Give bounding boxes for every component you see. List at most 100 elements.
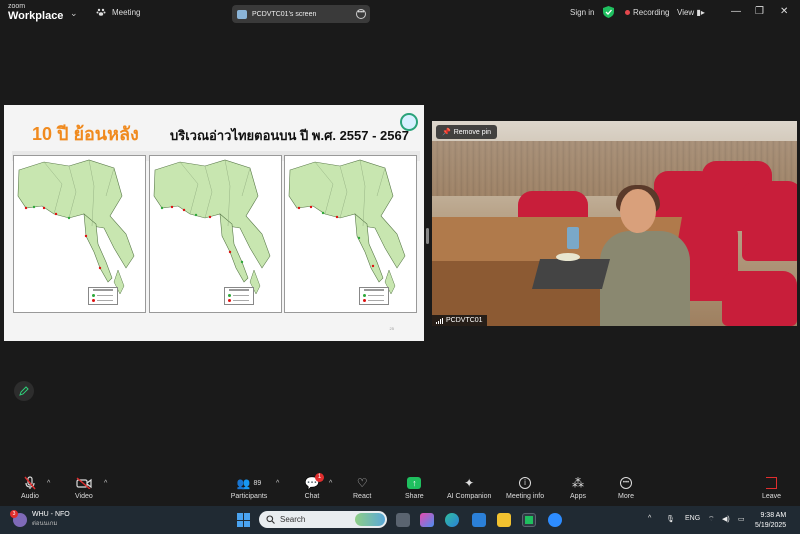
audio-options-caret-icon[interactable]: ^ [47, 480, 50, 487]
participant-name: PCDVTC01 [446, 317, 483, 324]
participant-head [620, 189, 656, 233]
participant-name-tag: PCDVTC01 [432, 315, 487, 326]
react-button[interactable]: ♡ React [353, 476, 371, 500]
close-icon[interactable]: ✕ [780, 6, 788, 17]
taskbar-search-box[interactable]: Search [259, 511, 387, 528]
meeting-controls-toolbar: Audio ^ Video ^ 👥 89 Participants ^ 💬 1 Ch… [0, 472, 800, 506]
brand-zoom: zoom [8, 3, 26, 10]
participants-count: 89 [253, 479, 262, 487]
info-icon: i [517, 476, 533, 490]
language-indicator[interactable]: ENG [685, 515, 700, 522]
app-avatar-icon: 3 [10, 509, 27, 527]
restore-icon[interactable]: ❐ [755, 6, 764, 17]
ai-companion-button[interactable]: ✦ AI Companion [447, 476, 491, 500]
more-label: More [618, 493, 634, 500]
sign-in-link[interactable]: Sign in [570, 8, 594, 17]
search-icon [266, 515, 275, 524]
chat-icon: 💬 1 [304, 473, 324, 490]
microphone-tray-icon[interactable]: 🎙 [666, 515, 675, 523]
more-button[interactable]: ••• More [618, 476, 634, 500]
signal-strength-icon [436, 317, 443, 324]
view-layout-icon: ▮▸ [696, 8, 705, 17]
shared-screen-label: PCDVTC01's screen [252, 10, 317, 18]
leave-button[interactable]: Leave [762, 476, 781, 500]
wifi-icon[interactable]: ⌔ [708, 515, 715, 524]
meeting-menu-button[interactable]: Meeting [96, 7, 140, 17]
react-label: React [353, 493, 372, 500]
screen-share-icon [237, 9, 247, 19]
excel-app-icon[interactable] [522, 513, 536, 527]
slide-page-number: 25 [389, 326, 394, 331]
chat-button[interactable]: 💬 1 Chat [304, 473, 324, 500]
tray-overflow-icon[interactable]: ^ [648, 515, 651, 522]
annotate-button[interactable] [14, 381, 34, 401]
camera-off-icon [76, 476, 92, 490]
apps-button[interactable]: ⁂ Apps [570, 476, 586, 500]
map-panel-1 [13, 155, 146, 313]
slide-title-left: 10 ปี ย้อนหลัง [32, 124, 139, 144]
clock-date: 5/19/2025 [755, 522, 787, 529]
file-explorer-icon[interactable] [497, 513, 511, 527]
sparkle-icon: ✦ [464, 476, 475, 490]
organization-logo [400, 113, 418, 131]
chat-badge: 1 [315, 473, 324, 482]
shared-screen-tab[interactable]: PCDVTC01's screen ••• [232, 5, 370, 23]
recording-dot-icon [625, 10, 630, 16]
chair [722, 271, 797, 326]
taskbar-notification-app[interactable]: 3 WHU - NFO ต่อนนเกม [10, 509, 70, 528]
brand-workplace: Workplace [8, 10, 64, 22]
audio-button[interactable]: Audio [21, 476, 39, 500]
chat-label: Chat [304, 493, 320, 500]
app-title: WHU - NFO [32, 511, 70, 518]
security-shield-icon[interactable] [603, 6, 614, 18]
participants-options-caret-icon[interactable]: ^ [276, 480, 279, 487]
copilot-icon[interactable] [420, 513, 434, 527]
view-menu-button[interactable]: View ▮▸ [677, 8, 705, 17]
heart-icon: ♡ [356, 476, 368, 490]
mail-icon[interactable] [472, 513, 486, 527]
more-options-icon[interactable]: ••• [356, 9, 366, 19]
recording-indicator[interactable]: Recording [625, 8, 669, 17]
audio-label: Audio [21, 493, 39, 500]
zoom-logo: zoom Workplace [8, 3, 63, 22]
edge-browser-icon[interactable] [445, 513, 459, 527]
apps-label: Apps [570, 493, 586, 500]
volume-icon[interactable]: ◀) [722, 515, 730, 523]
meeting-label: Meeting [112, 7, 141, 17]
remove-pin-button[interactable]: 📌 Remove pin [436, 125, 498, 139]
share-button[interactable]: ↑ Share [405, 476, 424, 500]
minimize-icon[interactable]: — [731, 6, 741, 17]
water-bottle [567, 227, 579, 249]
participants-label: Participants [230, 493, 268, 500]
pencil-icon [19, 386, 29, 396]
video-options-caret-icon[interactable]: ^ [104, 480, 107, 487]
mic-muted-icon [22, 476, 38, 490]
participants-icon: 👥 89 [236, 477, 262, 490]
share-label: Share [405, 493, 424, 500]
chevron-down-icon[interactable]: ⌄ [70, 8, 78, 19]
leave-door-icon [764, 476, 780, 490]
participants-button[interactable]: 👥 89 Participants [229, 476, 269, 501]
video-button[interactable]: Video [75, 476, 93, 500]
chat-options-caret-icon[interactable]: ^ [329, 480, 332, 487]
apps-icon: ⁂ [572, 476, 584, 490]
zoom-app-icon[interactable] [548, 513, 562, 527]
view-splitter-handle[interactable] [426, 228, 429, 244]
task-view-icon[interactable] [396, 513, 410, 527]
map-legend [224, 287, 254, 305]
meeting-info-label: Meeting info [506, 493, 545, 500]
search-highlight-icon [355, 513, 385, 526]
slide-title-main: บริเวณอ่าวไทยตอนบน ปี พ.ศ. 2557 - 2567 [170, 128, 409, 143]
map-panel-2 [149, 155, 282, 313]
windows-start-icon[interactable] [237, 513, 251, 527]
gulf-map-image [17, 159, 135, 295]
paw-icon [96, 8, 106, 16]
meeting-info-button[interactable]: i Meeting info [506, 476, 544, 500]
leave-label: Leave [762, 493, 782, 500]
participant-video-tile[interactable]: 📌 Remove pin PCDVTC01 [432, 121, 797, 326]
gulf-map-image [288, 159, 406, 295]
title-bar: zoom Workplace ⌄ Meeting PCDVTC01's scre… [0, 0, 800, 27]
system-clock[interactable]: 9:38 AM 5/19/2025 [755, 511, 786, 531]
battery-icon[interactable]: ▭ [738, 515, 745, 523]
view-label: View [677, 8, 695, 17]
